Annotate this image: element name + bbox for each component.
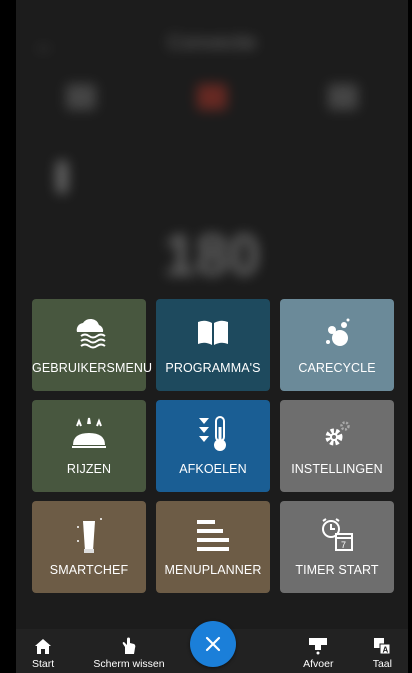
- close-icon: [205, 636, 221, 652]
- svg-text:A: A: [383, 646, 389, 655]
- menu-grid: GEBRUIKERSMENU PROGRAMMA'S CARECYCLE RIJ…: [32, 299, 398, 593]
- home-icon: [34, 636, 52, 656]
- tile-menuplanner[interactable]: MENUPLANNER: [156, 501, 270, 593]
- chef-hat-icon: [72, 517, 106, 553]
- background-mode-icons: [16, 84, 408, 110]
- tile-label: TIMER START: [295, 563, 379, 577]
- cloud-steam-icon: [67, 315, 111, 351]
- tile-label: CARECYCLE: [298, 361, 376, 375]
- nav-drain-button[interactable]: Afvoer: [303, 636, 333, 670]
- nav-start-button[interactable]: Start: [32, 636, 54, 670]
- background-title: Convectie: [167, 32, 257, 54]
- hand-wipe-icon: [120, 636, 138, 656]
- drain-icon: [308, 636, 328, 656]
- menu-list-icon: [195, 517, 231, 553]
- gears-icon: [320, 416, 354, 452]
- tile-afkoelen[interactable]: AFKOELEN: [156, 400, 270, 492]
- mode-icon: [66, 84, 97, 110]
- tile-label: GEBRUIKERSMENU: [32, 361, 153, 375]
- tile-programmas[interactable]: PROGRAMMA'S: [156, 299, 270, 391]
- tile-smartchef[interactable]: SMARTCHEF: [32, 501, 146, 593]
- nav-clear-screen-button[interactable]: Scherm wissen: [93, 636, 165, 670]
- svg-text:7: 7: [341, 540, 346, 550]
- cooling-thermometer-icon: [196, 416, 230, 452]
- nav-start-label: Start: [32, 658, 55, 670]
- screen: ← Convectie 180 GEBRUIKERSMENU PROGRAMMA…: [16, 0, 408, 673]
- tile-label: MENUPLANNER: [164, 563, 262, 577]
- nav-language-label: Taal: [372, 658, 392, 670]
- thermometer-icon: [56, 160, 68, 194]
- close-menu-button[interactable]: [190, 621, 236, 667]
- tile-label: AFKOELEN: [179, 462, 247, 476]
- tile-label: SMARTCHEF: [49, 563, 129, 577]
- tile-rijzen[interactable]: RIJZEN: [32, 400, 146, 492]
- bread-rise-icon: [69, 416, 109, 452]
- nav-language-button[interactable]: A Taal: [373, 636, 392, 670]
- tile-label: PROGRAMMA'S: [165, 361, 261, 375]
- tile-gebruikersmenu[interactable]: GEBRUIKERSMENU: [32, 299, 153, 391]
- tile-label: RIJZEN: [66, 462, 112, 476]
- book-icon: [196, 315, 230, 351]
- mode-icon: [327, 84, 358, 110]
- bubbles-icon: [320, 315, 354, 351]
- tile-instellingen[interactable]: INSTELLINGEN: [280, 400, 394, 492]
- alarm-calendar-icon: 7: [319, 517, 355, 553]
- background-temperature: 180: [163, 223, 261, 288]
- translate-icon: A: [373, 636, 391, 656]
- tile-label: INSTELLINGEN: [291, 462, 383, 476]
- mode-icon-active: [196, 84, 227, 110]
- nav-drain-label: Afvoer: [303, 658, 334, 670]
- tile-carecycle[interactable]: CARECYCLE: [280, 299, 394, 391]
- tile-timer-start[interactable]: 7 TIMER START: [280, 501, 394, 593]
- nav-clear-screen-label: Scherm wissen: [93, 658, 165, 670]
